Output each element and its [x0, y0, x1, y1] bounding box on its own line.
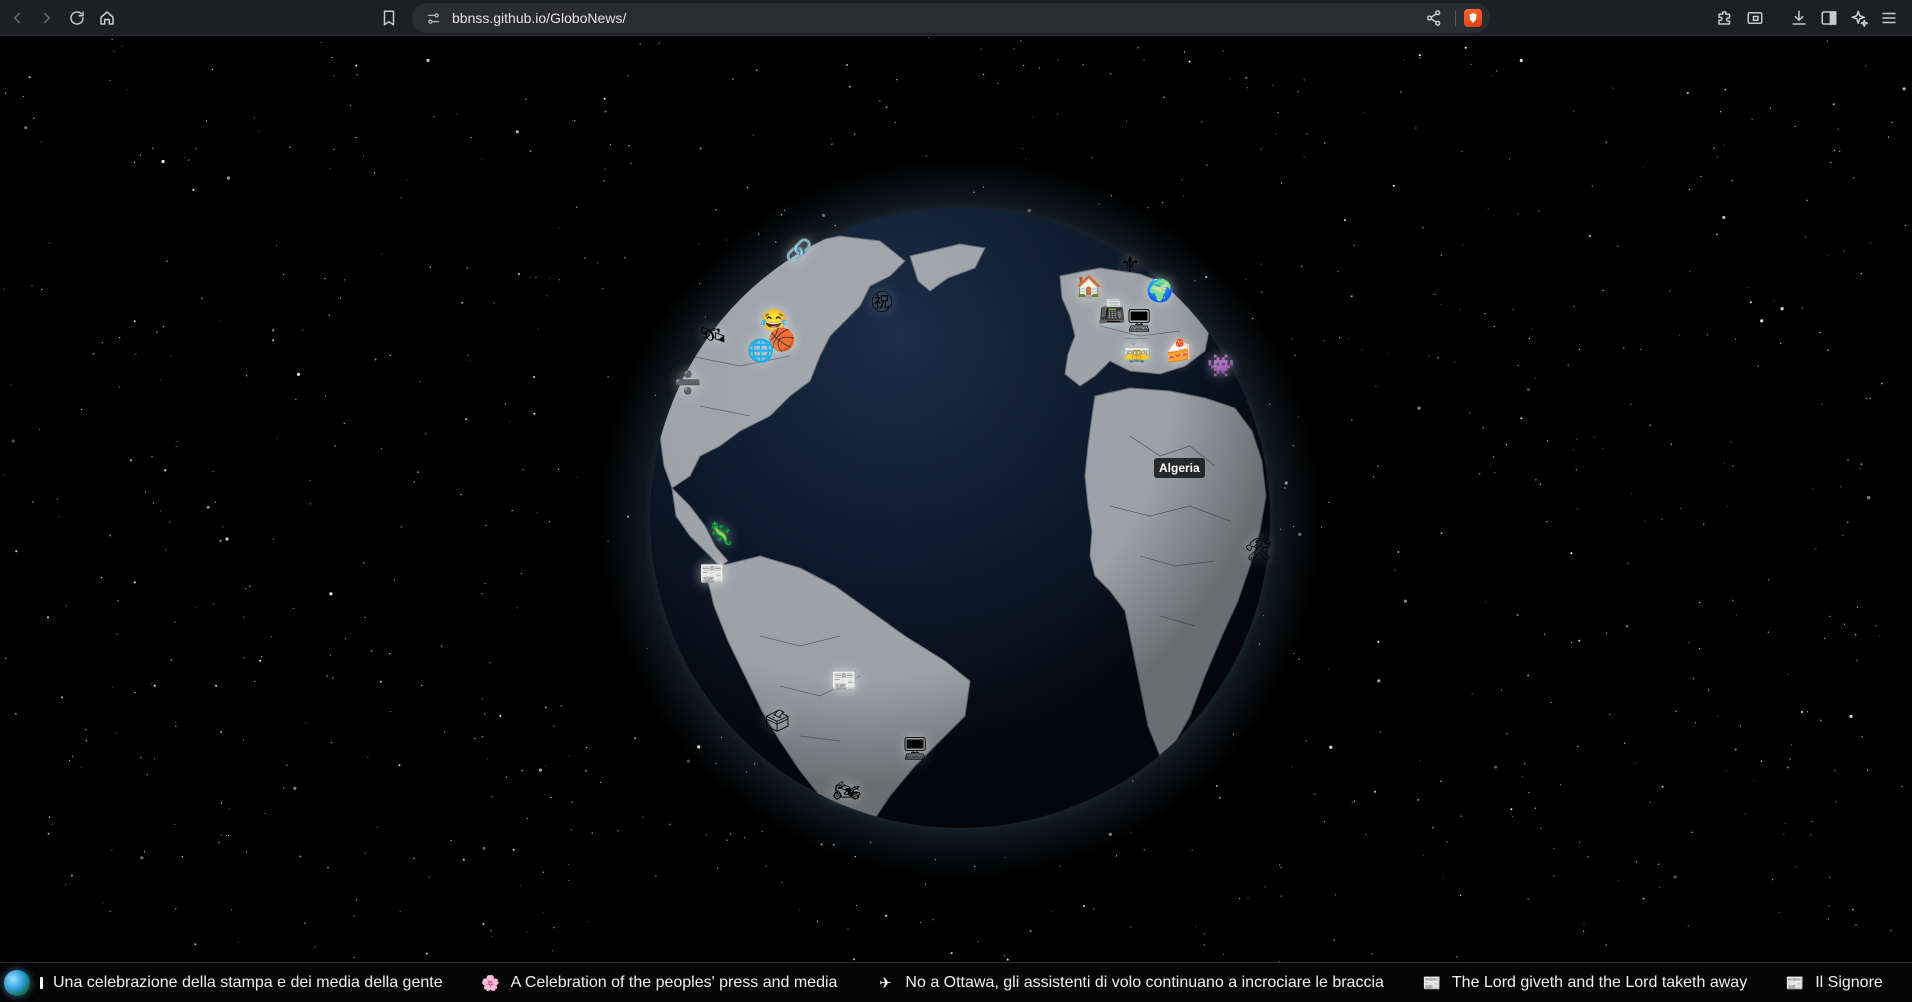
sidebar-icon[interactable]	[1816, 5, 1842, 31]
ticker-headline: Il Signore	[1815, 973, 1883, 991]
reload-icon[interactable]	[64, 5, 90, 31]
marker-motorcycle[interactable]: 🏍	[830, 774, 864, 808]
url-text[interactable]: bbnss.github.io/GloboNews/	[452, 10, 1421, 26]
divide-icon: ➗	[674, 370, 702, 395]
hovered-country-tooltip: Algeria	[1154, 458, 1205, 478]
ticker-track: Una celebrazione della stampa e dei medi…	[40, 973, 1912, 993]
marker-fleur-de-lis[interactable]: ⚜	[1113, 248, 1147, 282]
newspaper-icon: 📰	[831, 668, 859, 693]
ticker-headline: Una celebrazione della stampa e dei medi…	[53, 973, 443, 991]
marker-divide[interactable]: ➗	[671, 366, 705, 400]
share-icon[interactable]	[1421, 5, 1447, 31]
globe-shading	[650, 208, 1270, 828]
bullet-icon	[40, 976, 43, 989]
download-icon[interactable]	[1786, 5, 1812, 31]
navigation-buttons	[4, 5, 120, 31]
marker-satellite[interactable]: 🛰	[696, 318, 730, 352]
bookmark-icon[interactable]	[376, 5, 402, 31]
tools-icon: 🛠	[1244, 537, 1272, 562]
monitor-icon: 🖥	[901, 736, 929, 761]
lizard-icon: 🦎	[707, 521, 735, 546]
screenshot-icon[interactable]	[1742, 5, 1768, 31]
address-bar[interactable]: bbnss.github.io/GloboNews/	[412, 3, 1490, 33]
marker-tram[interactable]: 🚋	[1120, 334, 1154, 368]
marker-tools[interactable]: 🛠	[1241, 533, 1275, 567]
globe-logo-icon[interactable]	[4, 969, 30, 996]
menu-icon[interactable]	[1876, 5, 1902, 31]
alien-icon: 👾	[1207, 353, 1235, 378]
marker-link[interactable]: 🔗	[782, 234, 816, 268]
motorcycle-icon: 🏍	[833, 778, 861, 803]
news-ticker: Una celebrazione della stampa e dei medi…	[0, 962, 1912, 1002]
marker-celebration[interactable]: ㊗	[865, 286, 899, 320]
browser-toolbar: bbnss.github.io/GloboNews/	[0, 0, 1912, 36]
leo-ai-icon[interactable]	[1846, 5, 1872, 31]
cake-icon: 🍰	[1165, 338, 1193, 363]
forward-icon[interactable]	[34, 5, 60, 31]
airplane-icon: ✈	[879, 974, 892, 992]
ticker-item[interactable]: 📰 Il Signore	[1785, 973, 1883, 993]
newspaper-icon: 📰	[699, 561, 727, 586]
marker-ballot[interactable]: 🗳	[760, 704, 794, 738]
marker-monitor-brazil[interactable]: 🖥	[898, 732, 932, 766]
ballot-box-icon: 🗳	[763, 708, 791, 733]
globe-icon: 🌐	[747, 338, 775, 363]
globe[interactable]	[0, 36, 1912, 962]
marker-newspaper-brazil[interactable]: 📰	[828, 664, 862, 698]
extensions-icon[interactable]	[1712, 5, 1738, 31]
marker-globe-europe[interactable]: 🌍	[1143, 274, 1177, 308]
toolbar-actions	[1712, 5, 1902, 31]
back-icon[interactable]	[4, 5, 30, 31]
tram-icon: 🚋	[1123, 338, 1151, 363]
marker-lizard[interactable]: 🦎	[704, 517, 738, 551]
fleur-de-lis-icon: ⚜	[1120, 252, 1140, 277]
celebration-icon: ㊗	[870, 290, 893, 315]
ticker-headline: The Lord giveth and the Lord taketh away	[1451, 973, 1748, 991]
ticker-headline: No a Ottawa, gli assistenti di volo cont…	[905, 973, 1384, 991]
house-icon: 🏠	[1075, 274, 1103, 299]
ticker-item[interactable]: 🌸 A Celebration of the peoples' press an…	[481, 973, 838, 993]
brave-shields-icon[interactable]	[1464, 9, 1482, 27]
link-icon: 🔗	[785, 238, 813, 263]
newspaper-icon: 📰	[1785, 974, 1805, 992]
site-settings-icon[interactable]	[418, 3, 448, 33]
ticker-item[interactable]: Una celebrazione della stampa e dei medi…	[40, 974, 443, 992]
home-icon[interactable]	[94, 5, 120, 31]
ticker-headline: A Celebration of the peoples' press and …	[510, 973, 838, 991]
marker-alien[interactable]: 👾	[1204, 349, 1238, 383]
globe-icon: 🌍	[1146, 278, 1174, 303]
marker-monitor-europe[interactable]: 🖥	[1122, 304, 1156, 338]
monitor-icon: 🖥	[1125, 308, 1153, 333]
marker-cake[interactable]: 🍰	[1162, 334, 1196, 368]
globe-scene[interactable]: Algeria 🔗 ㊗ 🛰 😂 🏀 🌐 ➗ 🏠 ⚜ 🌍 📠 🖥 🚋 🍰 👾 🛠 …	[0, 36, 1912, 962]
flower-icon: 🌸	[481, 974, 500, 992]
url-divider	[1455, 10, 1456, 26]
newspaper-icon: 📰	[1422, 974, 1442, 992]
marker-globe-west[interactable]: 🌐	[744, 334, 778, 368]
marker-newspaper-colombia[interactable]: 📰	[696, 557, 730, 591]
ticker-item[interactable]: 📰 The Lord giveth and the Lord taketh aw…	[1422, 973, 1748, 993]
satellite-icon: 🛰	[699, 322, 727, 347]
ticker-item[interactable]: ✈ No a Ottawa, gli assistenti di volo co…	[875, 973, 1384, 993]
